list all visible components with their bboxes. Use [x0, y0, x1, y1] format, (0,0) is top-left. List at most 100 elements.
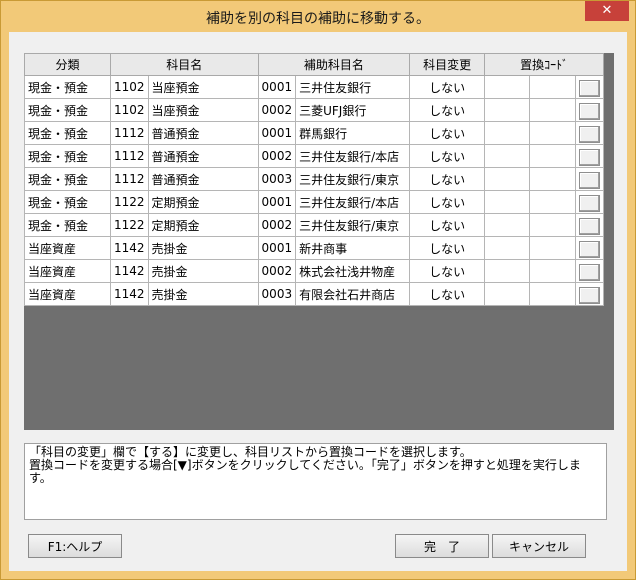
replace-name-cell: [529, 75, 577, 99]
dropdown-button-cell: [575, 167, 605, 191]
subaccount-code-cell: 0001: [257, 75, 297, 99]
account-name-cell: 定期預金: [147, 213, 259, 237]
replace-code-cell[interactable]: [484, 282, 531, 306]
account-code-cell: 1112: [110, 167, 149, 191]
account-code-cell: 1102: [110, 98, 149, 122]
subaccount-name-cell: 株式会社浅井物産: [295, 259, 411, 283]
help-button[interactable]: F1:ヘルプ: [28, 534, 122, 558]
subaccount-name-cell: 三井住友銀行: [295, 75, 411, 99]
table-row[interactable]: 現金・預金 1102 当座預金 0002 三菱UFJ銀行 しない: [24, 98, 605, 122]
dropdown-button-cell: [575, 236, 605, 260]
table-row[interactable]: 現金・預金 1122 定期預金 0001 三井住友銀行/本店 しない: [24, 190, 605, 214]
replace-code-cell[interactable]: [484, 121, 531, 145]
account-name-cell: 売掛金: [147, 259, 259, 283]
table-row[interactable]: 現金・預金 1122 定期預金 0002 三井住友銀行/東京 しない: [24, 213, 605, 237]
subaccount-name-cell: 三井住友銀行/東京: [295, 213, 411, 237]
replace-code-cell[interactable]: [484, 213, 531, 237]
dropdown-button-cell: [575, 213, 605, 237]
account-name-cell: 普通預金: [147, 121, 259, 145]
replace-code-dropdown-button[interactable]: [579, 171, 601, 189]
replace-name-cell: [529, 121, 577, 145]
replace-code-cell[interactable]: [484, 190, 531, 214]
category-cell: 現金・預金: [24, 75, 111, 99]
subaccount-code-cell: 0001: [257, 236, 297, 260]
subaccount-code-cell: 0001: [257, 190, 297, 214]
table-row[interactable]: 当座資産 1142 売掛金 0002 株式会社浅井物産 しない: [24, 259, 605, 283]
replace-code-dropdown-button[interactable]: [579, 286, 601, 304]
account-code-cell: 1112: [110, 144, 149, 168]
replace-code-cell[interactable]: [484, 98, 531, 122]
account-change-cell[interactable]: しない: [409, 213, 486, 237]
replace-code-cell[interactable]: [484, 144, 531, 168]
title-bar: 補助を別の科目の補助に移動する。 ✕: [1, 1, 635, 32]
subaccount-code-cell: 0003: [257, 282, 297, 306]
account-name-cell: 普通預金: [147, 144, 259, 168]
replace-code-cell[interactable]: [484, 75, 531, 99]
account-change-cell[interactable]: しない: [409, 144, 486, 168]
account-change-cell[interactable]: しない: [409, 98, 486, 122]
account-code-cell: 1142: [110, 259, 149, 283]
replace-code-cell[interactable]: [484, 167, 531, 191]
grid-header-row: 分類 科目名 補助科目名 科目変更 置換ｺｰﾄﾞ: [24, 53, 605, 76]
subaccount-name-cell: 三井住友銀行/本店: [295, 190, 411, 214]
account-code-cell: 1142: [110, 236, 149, 260]
header-subaccount-name: 補助科目名: [257, 53, 411, 76]
instruction-line-2: 置換コードを変更する場合[▼]ボタンをクリックしてください。「完了」ボタンを押す…: [29, 458, 581, 485]
done-button[interactable]: 完 了: [395, 534, 489, 558]
instruction-message: 「科目の変更」欄で【する】に変更し、科目リストから置換コードを選択します。 置換…: [24, 443, 607, 520]
account-name-cell: 当座預金: [147, 98, 259, 122]
replace-code-dropdown-button[interactable]: [579, 79, 601, 97]
replace-code-dropdown-button[interactable]: [579, 240, 601, 258]
table-row[interactable]: 現金・預金 1112 普通預金 0002 三井住友銀行/本店 しない: [24, 144, 605, 168]
table-row[interactable]: 当座資産 1142 売掛金 0003 有限会社石井商店 しない: [24, 282, 605, 306]
replace-name-cell: [529, 259, 577, 283]
account-change-cell[interactable]: しない: [409, 259, 486, 283]
account-name-cell: 定期預金: [147, 190, 259, 214]
replace-code-dropdown-button[interactable]: [579, 194, 601, 212]
subaccount-grid-area: 分類 科目名 補助科目名 科目変更 置換ｺｰﾄﾞ 現金・預金 1102 当座預金 00…: [24, 53, 614, 430]
replace-code-dropdown-button[interactable]: [579, 148, 601, 166]
account-name-cell: 売掛金: [147, 282, 259, 306]
cancel-button[interactable]: キャンセル: [492, 534, 586, 558]
table-row[interactable]: 現金・預金 1112 普通預金 0001 群馬銀行 しない: [24, 121, 605, 145]
dropdown-button-cell: [575, 144, 605, 168]
dropdown-button-cell: [575, 75, 605, 99]
account-change-cell[interactable]: しない: [409, 282, 486, 306]
replace-code-dropdown-button[interactable]: [579, 263, 601, 281]
account-change-cell[interactable]: しない: [409, 167, 486, 191]
category-cell: 当座資産: [24, 236, 111, 260]
account-code-cell: 1112: [110, 121, 149, 145]
account-change-cell[interactable]: しない: [409, 190, 486, 214]
subaccount-name-cell: 新井商事: [295, 236, 411, 260]
replace-code-cell[interactable]: [484, 236, 531, 260]
table-row[interactable]: 現金・預金 1102 当座預金 0001 三井住友銀行 しない: [24, 75, 605, 99]
account-code-cell: 1142: [110, 282, 149, 306]
dialog-body: 分類 科目名 補助科目名 科目変更 置換ｺｰﾄﾞ 現金・預金 1102 当座預金 00…: [9, 32, 627, 571]
subaccount-code-cell: 0002: [257, 259, 297, 283]
replace-code-dropdown-button[interactable]: [579, 217, 601, 235]
account-change-cell[interactable]: しない: [409, 75, 486, 99]
account-name-cell: 当座預金: [147, 75, 259, 99]
replace-code-dropdown-button[interactable]: [579, 102, 601, 120]
account-change-cell[interactable]: しない: [409, 236, 486, 260]
subaccount-name-cell: 有限会社石井商店: [295, 282, 411, 306]
category-cell: 当座資産: [24, 282, 111, 306]
replace-code-dropdown-button[interactable]: [579, 125, 601, 143]
account-code-cell: 1102: [110, 75, 149, 99]
replace-name-cell: [529, 167, 577, 191]
dialog-window: 補助を別の科目の補助に移動する。 ✕ 分類 科目名 補助科目名 科目変更 置換ｺ…: [0, 0, 636, 580]
account-change-cell[interactable]: しない: [409, 121, 486, 145]
table-row[interactable]: 当座資産 1142 売掛金 0001 新井商事 しない: [24, 236, 605, 260]
table-row[interactable]: 現金・預金 1112 普通預金 0003 三井住友銀行/東京 しない: [24, 167, 605, 191]
account-name-cell: 普通預金: [147, 167, 259, 191]
account-name-cell: 売掛金: [147, 236, 259, 260]
dropdown-button-cell: [575, 98, 605, 122]
window-title: 補助を別の科目の補助に移動する。: [206, 11, 430, 27]
subaccount-name-cell: 三井住友銀行/東京: [295, 167, 411, 191]
category-cell: 現金・預金: [24, 213, 111, 237]
replace-name-cell: [529, 98, 577, 122]
subaccount-code-cell: 0003: [257, 167, 297, 191]
close-button[interactable]: ✕: [585, 1, 629, 21]
replace-code-cell[interactable]: [484, 259, 531, 283]
header-account-change: 科目変更: [409, 53, 486, 76]
